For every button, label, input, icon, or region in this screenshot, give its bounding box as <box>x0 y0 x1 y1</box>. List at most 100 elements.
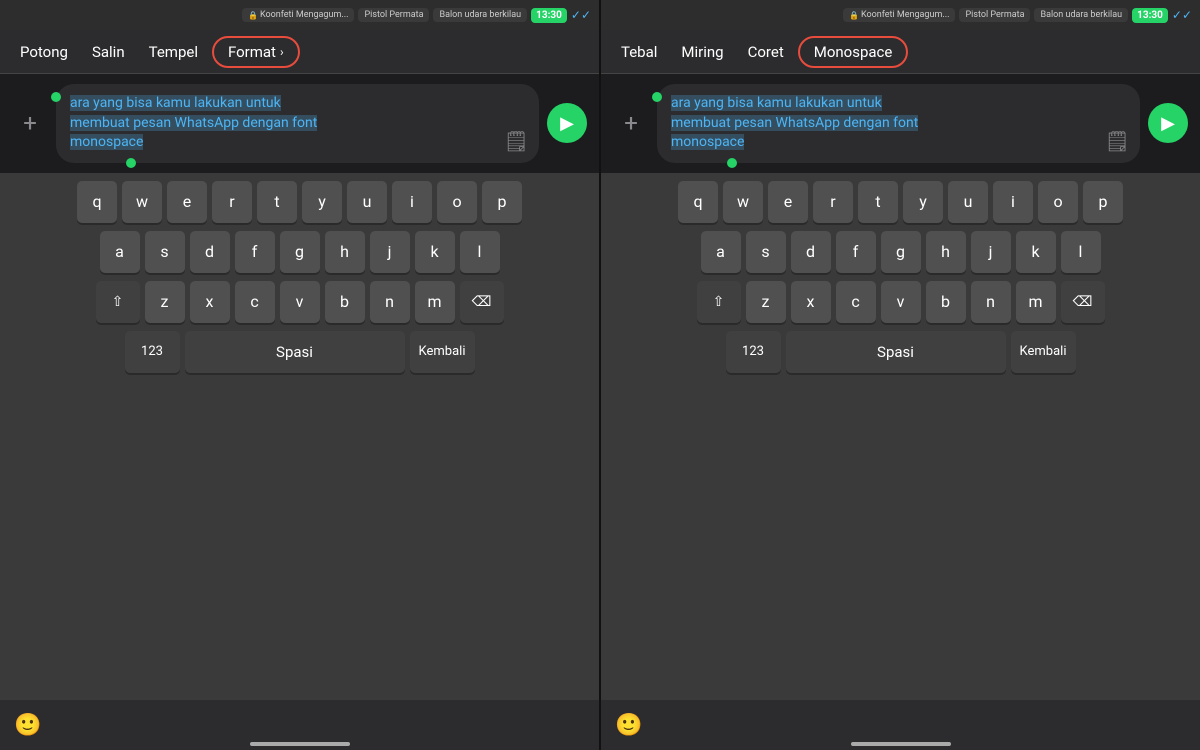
left-tab-list: 🔒 Koonfeti Mengagum... Pistol Permata Ba… <box>242 8 527 22</box>
right-key-123[interactable]: 123 <box>726 331 781 373</box>
left-tab-3-label: Balon udara berkilau <box>439 10 521 20</box>
left-menu-copy[interactable]: Salin <box>82 37 135 67</box>
right-tab-1-label: Koonfeti Mengagum... <box>861 10 950 20</box>
left-message-bubble[interactable]: ara yang bisa kamu lakukan untuk membuat… <box>56 84 539 163</box>
left-highlighted-text: ara yang bisa kamu lakukan untuk <box>70 95 281 111</box>
right-tab-1[interactable]: 🔒 Koonfeti Mengagum... <box>843 8 955 22</box>
left-tab-3[interactable]: Balon udara berkilau <box>433 8 527 22</box>
left-key-f[interactable]: f <box>235 231 275 273</box>
left-key-v[interactable]: v <box>280 281 320 323</box>
left-key-backspace[interactable]: ⌫ <box>460 281 504 323</box>
right-key-q[interactable]: q <box>678 181 718 223</box>
left-key-x[interactable]: x <box>190 281 230 323</box>
left-send-button[interactable]: ▶ <box>547 103 587 143</box>
left-key-l[interactable]: l <box>460 231 500 273</box>
right-key-shift[interactable]: ⇧ <box>697 281 741 323</box>
right-key-p[interactable]: p <box>1083 181 1123 223</box>
left-key-space[interactable]: Spasi <box>185 331 405 373</box>
left-key-u[interactable]: u <box>347 181 387 223</box>
left-key-y[interactable]: y <box>302 181 342 223</box>
right-key-space[interactable]: Spasi <box>786 331 1006 373</box>
left-home-indicator <box>250 742 350 746</box>
right-message-bubble[interactable]: ara yang bisa kamu lakukan untuk membuat… <box>657 84 1140 163</box>
left-key-o[interactable]: o <box>437 181 477 223</box>
left-menu-format[interactable]: Format › <box>212 36 300 68</box>
left-key-e[interactable]: e <box>167 181 207 223</box>
lock-icon: 🔒 <box>248 11 258 20</box>
right-emoji-button[interactable]: 🙂 <box>615 713 642 738</box>
left-time-badge: 13:30 <box>531 8 567 23</box>
right-send-button[interactable]: ▶ <box>1148 103 1188 143</box>
right-key-done[interactable]: Kembali <box>1011 331 1076 373</box>
left-send-icon: ▶ <box>560 113 574 134</box>
right-key-d[interactable]: d <box>791 231 831 273</box>
left-menu-paste[interactable]: Tempel <box>139 37 208 67</box>
right-ticks: ✓✓ <box>1172 8 1192 22</box>
right-bubble-actions: 🗒 <box>1105 127 1130 155</box>
left-tab-2[interactable]: Pistol Permata <box>358 8 429 22</box>
right-key-m[interactable]: m <box>1016 281 1056 323</box>
left-key-123[interactable]: 123 <box>125 331 180 373</box>
left-key-done[interactable]: Kembali <box>410 331 475 373</box>
right-key-y[interactable]: y <box>903 181 943 223</box>
right-key-c[interactable]: c <box>836 281 876 323</box>
right-send-icon: ▶ <box>1161 113 1175 134</box>
left-key-j[interactable]: j <box>370 231 410 273</box>
right-key-v[interactable]: v <box>881 281 921 323</box>
right-key-z[interactable]: z <box>746 281 786 323</box>
right-tab-3[interactable]: Balon udara berkilau <box>1034 8 1128 22</box>
left-emoji-button[interactable]: 🙂 <box>14 713 41 738</box>
right-key-backspace[interactable]: ⌫ <box>1061 281 1105 323</box>
right-menu-strikethrough[interactable]: Coret <box>738 37 794 67</box>
right-key-t[interactable]: t <box>858 181 898 223</box>
left-key-m[interactable]: m <box>415 281 455 323</box>
left-key-b[interactable]: b <box>325 281 365 323</box>
left-menu-cut[interactable]: Potong <box>10 37 78 67</box>
left-key-q[interactable]: q <box>77 181 117 223</box>
right-key-o[interactable]: o <box>1038 181 1078 223</box>
left-key-h[interactable]: h <box>325 231 365 273</box>
left-key-a[interactable]: a <box>100 231 140 273</box>
right-key-s[interactable]: s <box>746 231 786 273</box>
left-key-r[interactable]: r <box>212 181 252 223</box>
right-highlighted-text-2: membuat pesan WhatsApp dengan font <box>671 115 918 131</box>
left-key-c[interactable]: c <box>235 281 275 323</box>
right-key-l[interactable]: l <box>1061 231 1101 273</box>
left-key-z[interactable]: z <box>145 281 185 323</box>
left-key-n[interactable]: n <box>370 281 410 323</box>
left-key-d[interactable]: d <box>190 231 230 273</box>
right-key-u[interactable]: u <box>948 181 988 223</box>
right-key-e[interactable]: e <box>768 181 808 223</box>
right-key-k[interactable]: k <box>1016 231 1056 273</box>
left-sticker-icon[interactable]: 🗒 <box>504 127 529 155</box>
left-plus-button[interactable]: + <box>12 105 48 141</box>
right-menu-bold[interactable]: Tebal <box>611 37 667 67</box>
right-key-h[interactable]: h <box>926 231 966 273</box>
left-tab-1[interactable]: 🔒 Koonfeti Mengagum... <box>242 8 354 22</box>
left-key-i[interactable]: i <box>392 181 432 223</box>
left-key-k[interactable]: k <box>415 231 455 273</box>
right-key-x[interactable]: x <box>791 281 831 323</box>
right-plus-button[interactable]: + <box>613 105 649 141</box>
left-key-s[interactable]: s <box>145 231 185 273</box>
left-key-p[interactable]: p <box>482 181 522 223</box>
left-key-w[interactable]: w <box>122 181 162 223</box>
right-key-a[interactable]: a <box>701 231 741 273</box>
right-key-f[interactable]: f <box>836 231 876 273</box>
right-key-w[interactable]: w <box>723 181 763 223</box>
right-menu-monospace[interactable]: Monospace <box>798 36 909 68</box>
left-key-shift[interactable]: ⇧ <box>96 281 140 323</box>
right-sticker-icon[interactable]: 🗒 <box>1105 127 1130 155</box>
right-key-r[interactable]: r <box>813 181 853 223</box>
right-key-n[interactable]: n <box>971 281 1011 323</box>
left-key-g[interactable]: g <box>280 231 320 273</box>
right-key-j[interactable]: j <box>971 231 1011 273</box>
left-key-t[interactable]: t <box>257 181 297 223</box>
right-key-i[interactable]: i <box>993 181 1033 223</box>
right-tab-2[interactable]: Pistol Permata <box>959 8 1030 22</box>
right-key-g[interactable]: g <box>881 231 921 273</box>
right-key-b[interactable]: b <box>926 281 966 323</box>
right-menu-italic[interactable]: Miring <box>671 37 733 67</box>
right-key-row-bottom: 123 Spasi Kembali <box>605 331 1196 373</box>
left-highlighted-text-2: membuat pesan WhatsApp dengan font <box>70 115 317 131</box>
